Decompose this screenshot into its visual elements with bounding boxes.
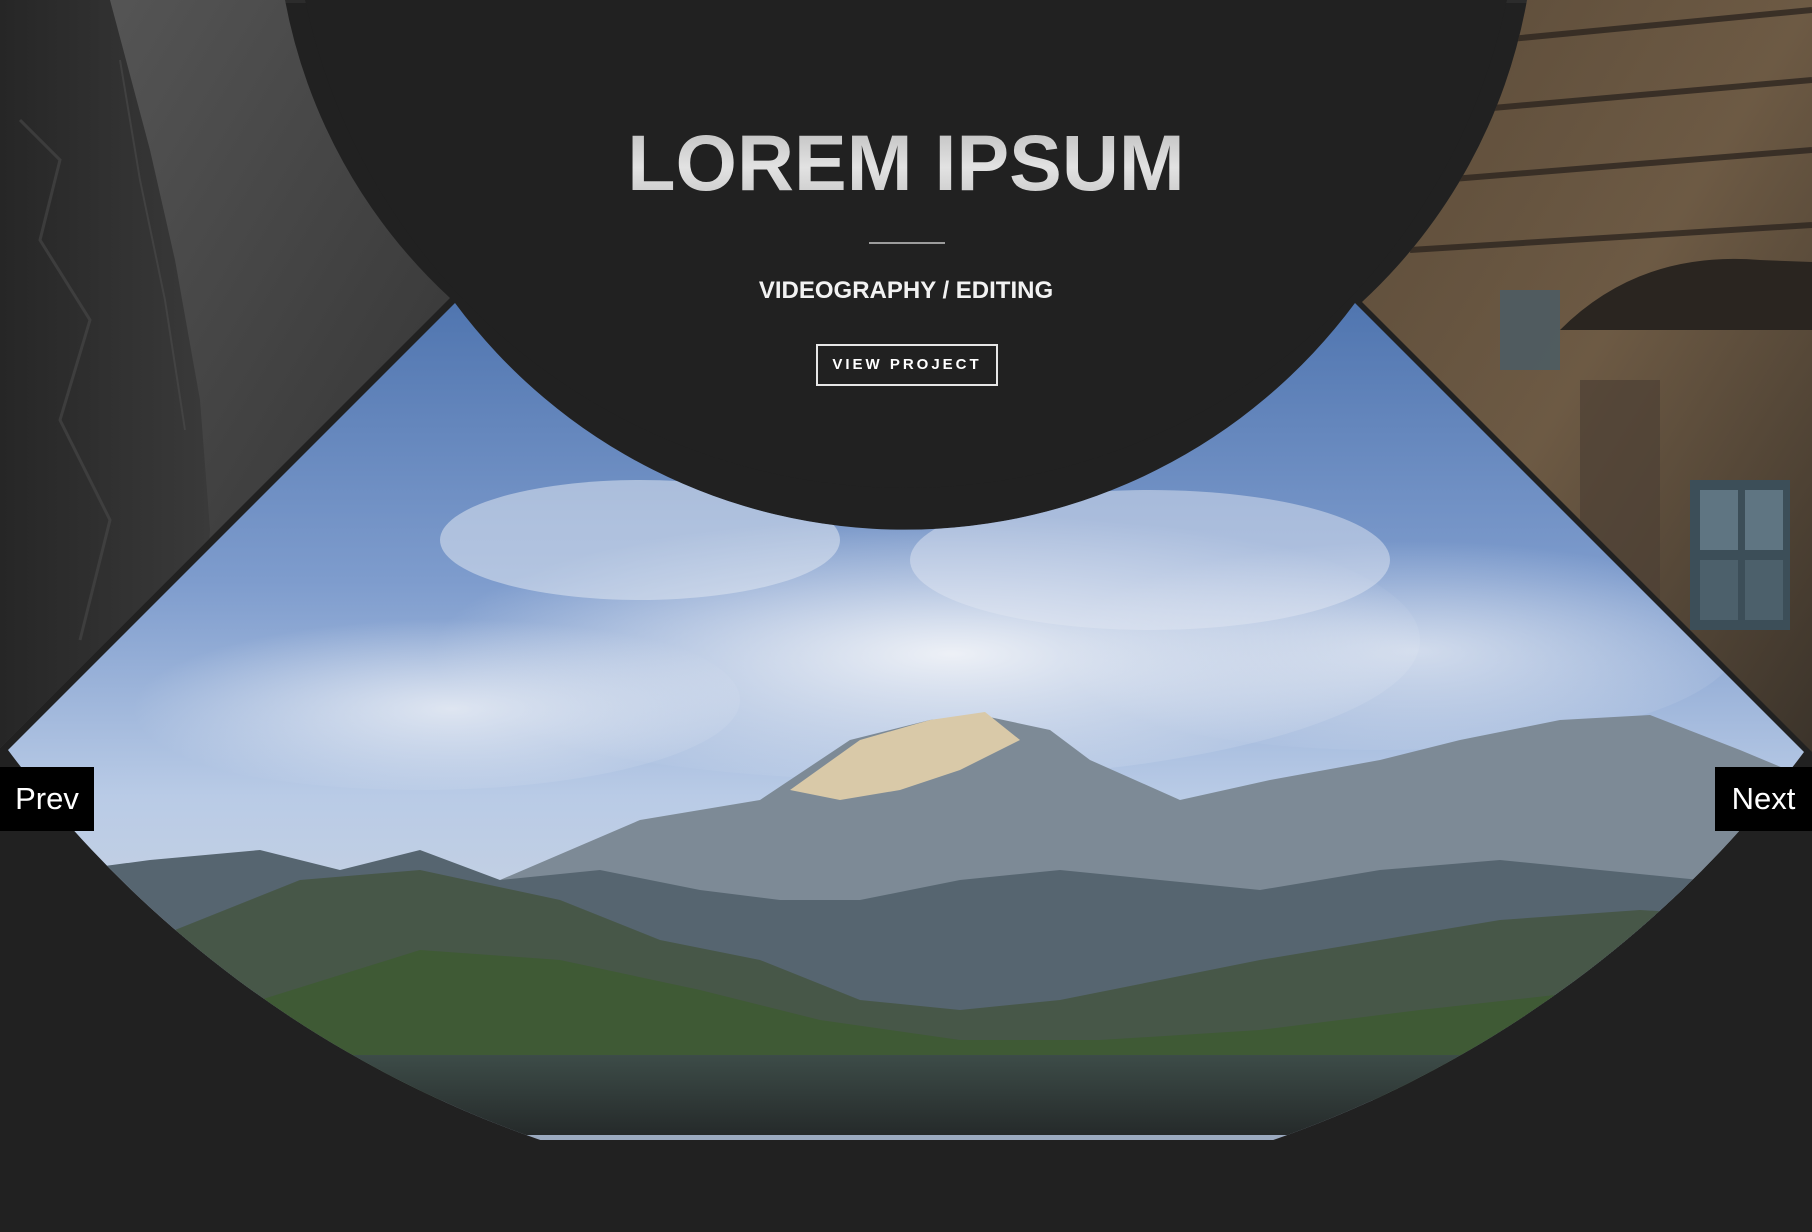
title-divider — [869, 242, 945, 244]
next-button[interactable]: Next — [1715, 767, 1812, 831]
prev-button[interactable]: Prev — [0, 767, 94, 831]
slide-subtitle: VIDEOGRAPHY / EDITING — [758, 277, 1054, 304]
slide-title: LOREM IPSUM — [0, 118, 1812, 208]
slider-stage: LOREM IPSUM VIDEOGRAPHY / EDITING VIEW P… — [0, 0, 1812, 1232]
view-project-button[interactable]: VIEW PROJECT — [816, 344, 998, 386]
